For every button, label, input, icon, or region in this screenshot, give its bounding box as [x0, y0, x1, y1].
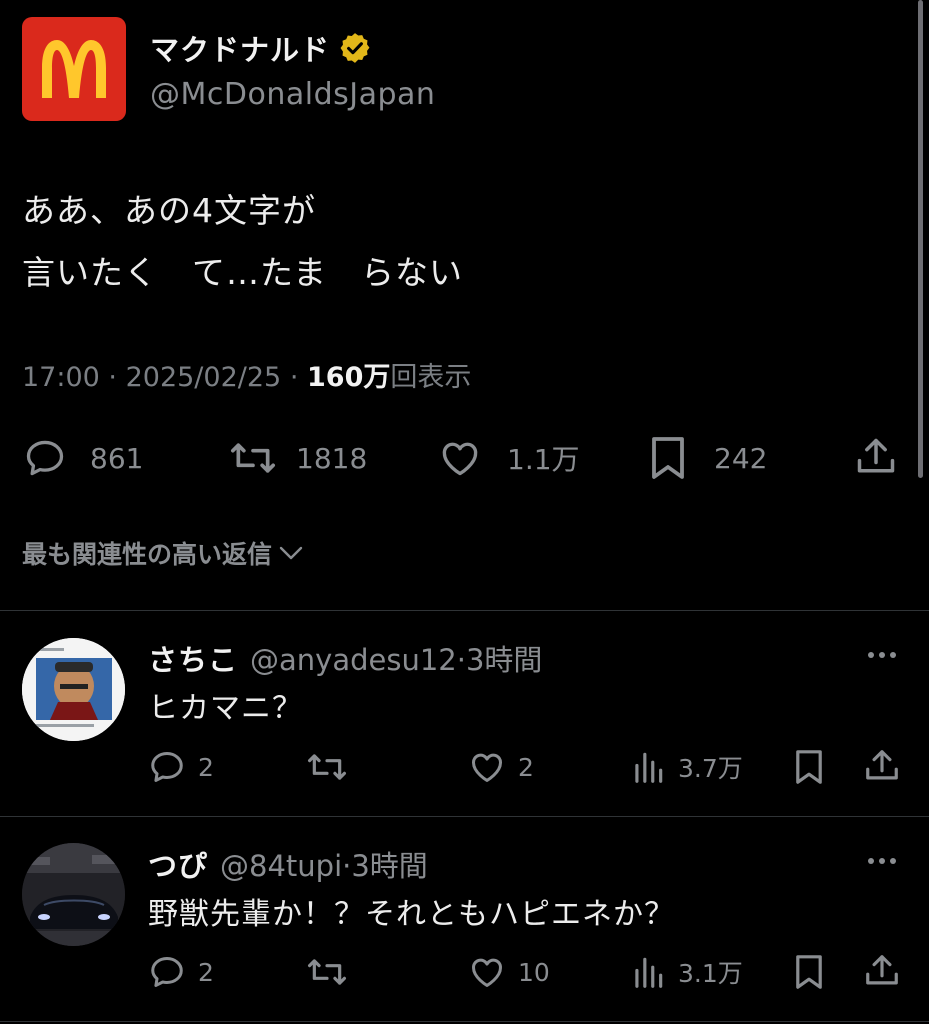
retweet-count: 1818: [296, 441, 368, 475]
meta-separator: ·: [289, 362, 299, 393]
like-icon: [472, 958, 502, 987]
reply-avatar[interactable]: [22, 843, 125, 946]
reply-item[interactable]: さちこ @anyadesu12·3時間 ヒカマニ？ 2 2 3.7万: [0, 611, 929, 816]
view-count: 160万: [307, 362, 391, 393]
bookmark-count: 242: [714, 441, 768, 475]
bookmark-icon: [796, 750, 822, 784]
reply-views-button[interactable]: 3.1万: [632, 953, 743, 991]
reply-view-count: 3.7万: [678, 754, 743, 783]
reply-icon: [151, 957, 183, 987]
reply-author-name[interactable]: さちこ: [148, 643, 238, 677]
like-icon: [442, 442, 478, 476]
reply-author-handle[interactable]: @84tupi: [220, 849, 342, 883]
reply-reply-button[interactable]: 2: [148, 748, 214, 786]
like-count: 1.1万: [507, 443, 580, 476]
reply-author-handle[interactable]: @anyadesu12: [250, 643, 457, 677]
tweet-text: ああ、あの4文字が言いたく て…たま らない: [22, 180, 463, 304]
reply-bookmark-button[interactable]: [793, 746, 825, 788]
reply-share-button[interactable]: [863, 951, 901, 991]
reply-text: 野獣先輩か！？それともハピエネか？: [148, 897, 675, 932]
reply-time[interactable]: 3時間: [351, 849, 427, 883]
reply-dot: ·: [342, 849, 352, 883]
retweet-icon: [308, 754, 346, 780]
reply-bookmark-button[interactable]: [793, 951, 825, 993]
retweet-icon: [230, 443, 275, 473]
author-handle[interactable]: @McDonaldsJapan: [150, 77, 435, 112]
reply-share-button[interactable]: [863, 746, 901, 786]
author-avatar[interactable]: [22, 17, 126, 121]
chevron-down-icon: [279, 546, 303, 560]
view-label: 回表示: [390, 362, 472, 393]
tweet-action-bar: 861 1818 1.1万 242: [0, 430, 929, 486]
mcdonalds-logo-icon: [42, 40, 106, 98]
reply-action-bar: 2 10 3.1万: [0, 951, 929, 995]
reply-sort-label: 最も関連性の高い返信: [22, 540, 273, 569]
reply-header: つぴ @84tupi·3時間: [148, 843, 428, 885]
share-icon: [866, 750, 898, 780]
reply-sort-dropdown[interactable]: 最も関連性の高い返信: [22, 535, 304, 571]
divider: [0, 1021, 929, 1022]
reply-text: ヒカマニ？: [148, 691, 303, 726]
tweet-text-line-2: 言いたく て…たま らない: [22, 253, 464, 292]
reply-reply-count: 2: [198, 752, 214, 782]
more-icon[interactable]: [868, 652, 896, 658]
like-button[interactable]: 1.1万: [437, 436, 580, 480]
share-icon: [857, 438, 895, 473]
reply-view-count: 3.1万: [678, 959, 743, 988]
reply-header: さちこ @anyadesu12·3時間: [148, 637, 542, 679]
tweet-date[interactable]: 2025/02/25: [126, 362, 282, 393]
author-display-name[interactable]: マクドナルド: [150, 27, 330, 69]
reply-like-count: 2: [518, 752, 534, 782]
more-icon[interactable]: [868, 858, 896, 864]
avatar-image: [22, 843, 125, 946]
reply-reply-button[interactable]: 2: [148, 953, 214, 991]
share-button[interactable]: [854, 434, 898, 480]
reply-avatar[interactable]: [22, 638, 125, 741]
views-icon: [635, 957, 663, 988]
verified-icon[interactable]: [338, 31, 372, 65]
bookmark-icon: [796, 955, 822, 989]
reply-reply-count: 2: [198, 957, 214, 987]
tweet-meta: 17:00 · 2025/02/25 · 160万回表示: [22, 355, 471, 394]
reply-retweet-button[interactable]: [306, 748, 348, 786]
reply-count: 861: [90, 441, 144, 475]
reply-like-button[interactable]: 2: [468, 748, 534, 786]
reply-action-bar: 2 2 3.7万: [0, 746, 929, 790]
reply-dot: ·: [456, 643, 466, 677]
reply-icon: [151, 752, 183, 782]
meta-separator: ·: [108, 362, 117, 393]
like-icon: [472, 753, 502, 782]
avatar-image: [22, 638, 125, 741]
scrollbar[interactable]: [918, 0, 923, 478]
tweet-text-line-1: ああ、あの4文字が: [22, 191, 316, 230]
reply-like-count: 10: [518, 957, 550, 987]
retweet-button[interactable]: 1818: [228, 436, 367, 480]
retweet-icon: [308, 959, 346, 985]
tweet-author: マクドナルド @McDonaldsJapan: [22, 17, 435, 121]
reply-retweet-button[interactable]: [306, 953, 348, 991]
reply-button[interactable]: 861: [22, 436, 143, 480]
reply-item[interactable]: つぴ @84tupi·3時間 野獣先輩か！？それともハピエネか？ 2 10 3.…: [0, 817, 929, 1024]
reply-icon: [26, 440, 64, 476]
reply-like-button[interactable]: 10: [468, 953, 550, 991]
bookmark-button[interactable]: 242: [648, 434, 767, 482]
tweet-time[interactable]: 17:00: [22, 362, 100, 393]
tweet-detail-page: マクドナルド @McDonaldsJapan ああ、あの4文字が言いたく て…た…: [0, 0, 929, 1024]
reply-time[interactable]: 3時間: [466, 643, 542, 677]
reply-author-name[interactable]: つぴ: [148, 849, 208, 883]
share-icon: [866, 955, 898, 985]
views-icon: [635, 752, 663, 783]
reply-views-button[interactable]: 3.7万: [632, 748, 743, 786]
bookmark-icon: [652, 437, 684, 479]
